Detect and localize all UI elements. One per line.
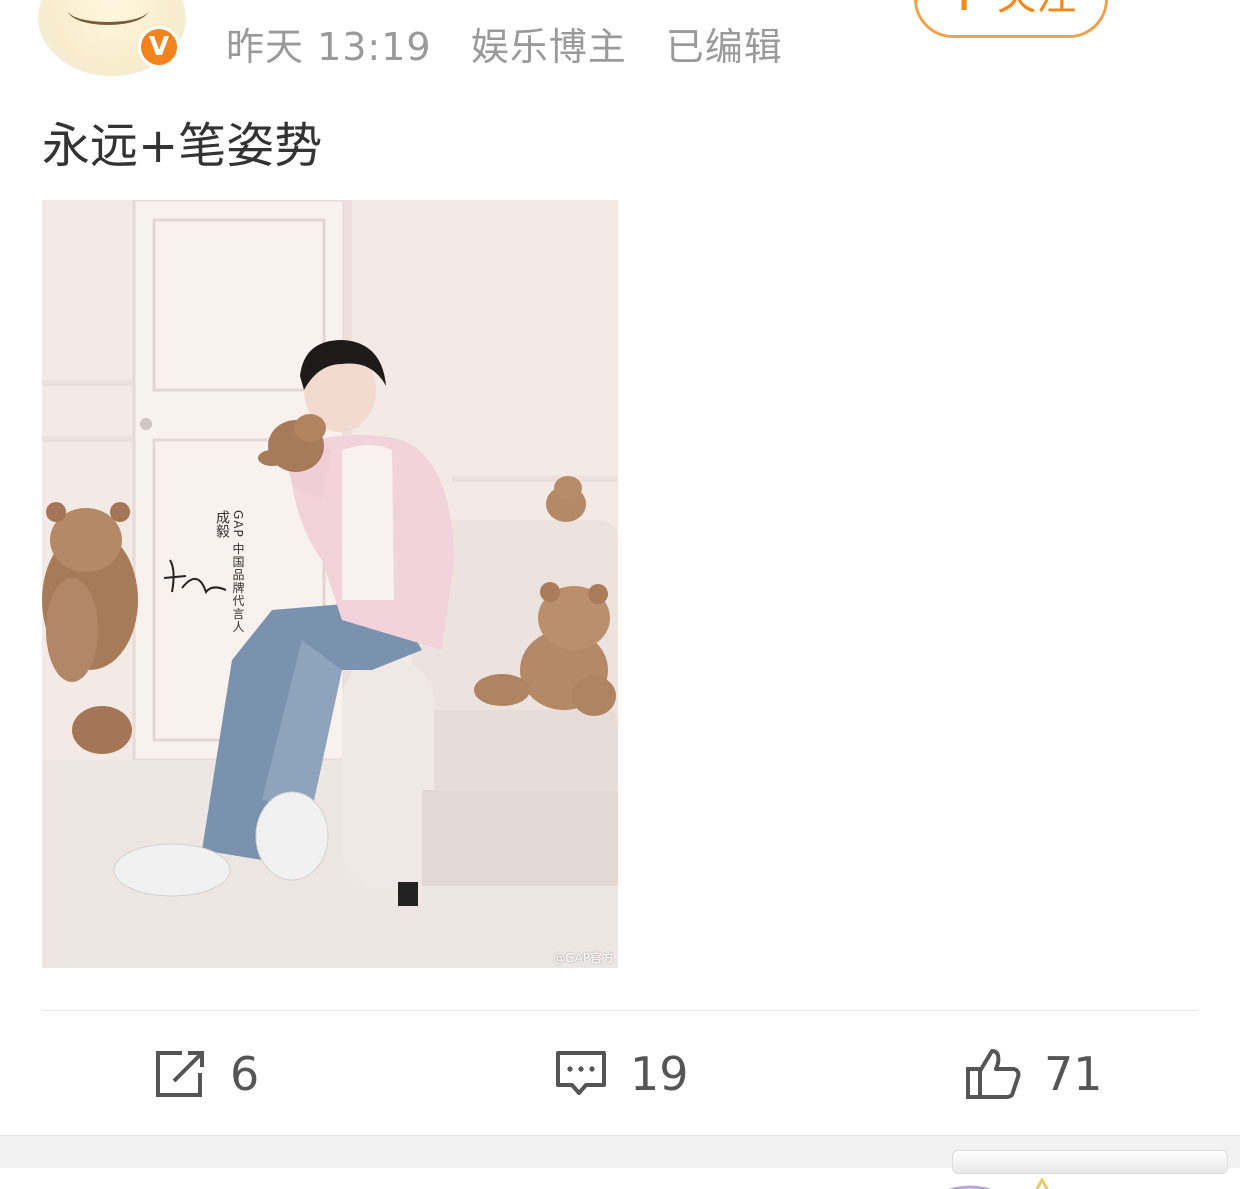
edited-label: 已编辑 [665, 25, 783, 69]
like-count: 71 [1044, 1047, 1103, 1101]
comment-button[interactable]: 19 [554, 1044, 689, 1104]
like-button[interactable]: 71 [964, 1044, 1103, 1104]
repost-icon [156, 1051, 204, 1097]
photo-vertical-name: 成毅 [214, 510, 230, 538]
post-meta: 昨天 13:19 娱乐博主 已编辑 [226, 16, 809, 71]
follow-button[interactable]: + 关注 [914, 0, 1108, 38]
follow-label: 关注 [996, 0, 1076, 21]
photo-vertical-title: GAP 中国品牌代言人 [231, 510, 245, 634]
user-title: 娱乐博主 [470, 25, 627, 69]
actions-divider [42, 1010, 1198, 1011]
plus-icon: + [946, 0, 983, 21]
thumbs-up-icon [966, 1049, 1021, 1099]
comment-count: 19 [630, 1047, 689, 1101]
post-text: 永远+笔姿势 [42, 118, 323, 174]
comment-icon [556, 1051, 606, 1095]
weibo-post-page: V 昨天 13:19 娱乐博主 已编辑 + 关注 永远+笔姿势 [0, 0, 1240, 1189]
repost-button[interactable]: 6 [154, 1044, 259, 1104]
scroll-indicator [952, 1150, 1228, 1174]
post-photo[interactable]: GAP 中国品牌代言人 成毅 @GAP官方 [42, 200, 618, 968]
photo-illustration [42, 200, 618, 968]
verified-badge-icon: V [138, 26, 180, 68]
post-time: 昨天 13:19 [226, 25, 432, 69]
sticker-decoration [948, 1176, 1049, 1189]
photo-watermark: @GAP官方 [553, 951, 614, 965]
repost-count: 6 [230, 1047, 260, 1101]
avatar-line-decoration [68, 0, 148, 25]
